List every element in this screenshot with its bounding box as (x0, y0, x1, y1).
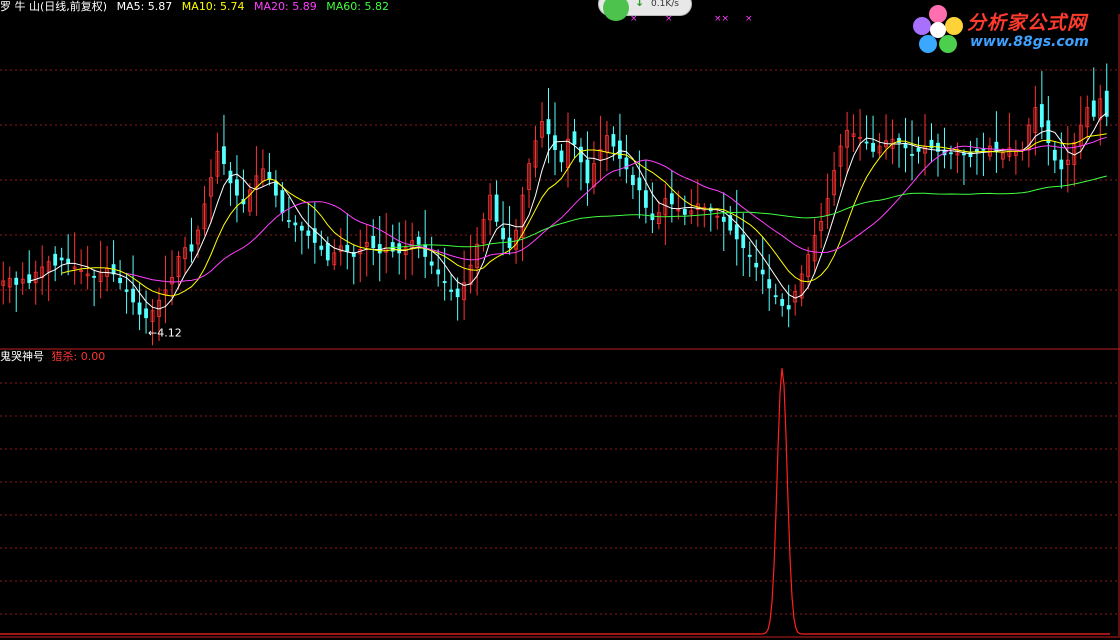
candle-body (747, 254, 752, 257)
indicator-header: 鬼哭神号 猎杀: 0.00 (0, 350, 105, 364)
candle-body (436, 269, 441, 275)
candle-body (773, 295, 778, 298)
candle-body (1039, 104, 1044, 128)
candle-body (325, 243, 330, 261)
candle-body (767, 279, 772, 289)
candle-body (760, 269, 765, 275)
candle-body (306, 230, 311, 236)
ma60-line (386, 175, 1107, 249)
candle-body (871, 142, 875, 152)
candle-body (949, 152, 953, 155)
candle-body (910, 154, 914, 156)
candle-body (1091, 100, 1096, 117)
candle-body (754, 262, 759, 268)
candle-body (501, 227, 505, 240)
ma10-line (61, 133, 1107, 297)
candle-body (449, 289, 454, 292)
candle-body (429, 261, 434, 266)
candle-body (345, 244, 350, 252)
candle-body (734, 224, 739, 240)
candle-body (669, 193, 674, 205)
candle-body (1059, 159, 1064, 170)
candle-body (442, 281, 447, 284)
candle-body (494, 194, 499, 222)
candle-body (137, 302, 142, 315)
candle-body (66, 258, 71, 264)
ma10-label: MA10: 5.74 (181, 0, 245, 13)
candle-body (618, 140, 622, 159)
ma20-label: MA20: 5.89 (254, 0, 317, 13)
flower-logo-icon (913, 5, 963, 53)
signal-marker: ×× (714, 14, 729, 24)
candle-body (643, 190, 648, 208)
candle-body (721, 216, 726, 222)
candle-body (53, 253, 58, 266)
candle-body (1104, 90, 1109, 117)
candle-body (27, 274, 32, 284)
candle-body (124, 289, 129, 292)
download-arrow-icon: ↓ (635, 0, 645, 9)
candle-body (299, 225, 304, 231)
candle-body (235, 179, 239, 196)
candle-body (630, 174, 635, 186)
candle-body (1046, 120, 1051, 143)
logo-name: 分析家公式网 (967, 12, 1088, 34)
candle-body (14, 277, 19, 285)
candle-body (371, 235, 376, 249)
candle-body (319, 245, 324, 250)
candle-body (585, 159, 590, 184)
ma20-line (126, 136, 1107, 283)
signal-marker: × (745, 14, 753, 24)
candle-body (975, 149, 979, 152)
candle-body (280, 190, 285, 214)
candle-body (416, 236, 421, 245)
candle-body (222, 146, 226, 165)
candle-body (273, 181, 278, 196)
candle-body (92, 275, 97, 278)
ma60-label: MA60: 5.82 (326, 0, 389, 13)
candle-body (546, 119, 551, 135)
network-speed-widget[interactable]: ↓ 0.1K/s (598, 0, 692, 21)
candle-body (741, 234, 746, 249)
candle-body (118, 277, 122, 284)
site-logo[interactable]: 分析家公式网 www.88gs.com (912, 4, 1112, 54)
candle-body (397, 243, 402, 254)
candle-body (864, 141, 869, 144)
candle-body (611, 134, 616, 147)
candle-body (1052, 149, 1057, 161)
ma5-label: MA5: 5.87 (116, 0, 173, 13)
candle-body (786, 305, 791, 310)
candle-body (916, 147, 921, 152)
candle-body (962, 153, 966, 156)
candle-body (423, 244, 428, 257)
candle-body (903, 143, 908, 149)
candle-body (286, 220, 291, 222)
logo-url: www.88gs.com (970, 34, 1089, 50)
kline-chart[interactable]: ←4.12× × ×× × (0, 0, 1120, 640)
indicator-name: 鬼哭神号 (0, 350, 44, 363)
candle-body (377, 244, 382, 254)
low-price-marker: ←4.12 (148, 327, 182, 340)
chart-header: 罗 牛 山(日线,前复权) MA5: 5.87 MA10: 5.74 MA20:… (0, 0, 395, 14)
network-speed-text: 0.1K/s (651, 0, 679, 9)
candle-body (189, 244, 194, 252)
candle-body (572, 131, 577, 145)
candle-body (682, 209, 687, 215)
candle-body (994, 141, 999, 152)
candle-body (579, 146, 583, 163)
candle-body (559, 150, 564, 163)
stock-title: 罗 牛 山(日线,前复权) (0, 0, 108, 13)
candle-body (455, 288, 460, 298)
candle-body (507, 237, 512, 249)
candle-body (650, 213, 655, 221)
candle-body (144, 308, 148, 319)
indicator-line (0, 368, 1110, 635)
candle-body (131, 288, 135, 303)
candle-body (780, 299, 785, 306)
candle-body (637, 177, 642, 191)
indicator-value: 猎杀: 0.00 (51, 350, 106, 363)
candle-body (293, 222, 298, 226)
candle-body (59, 257, 64, 261)
candle-body (981, 148, 986, 151)
